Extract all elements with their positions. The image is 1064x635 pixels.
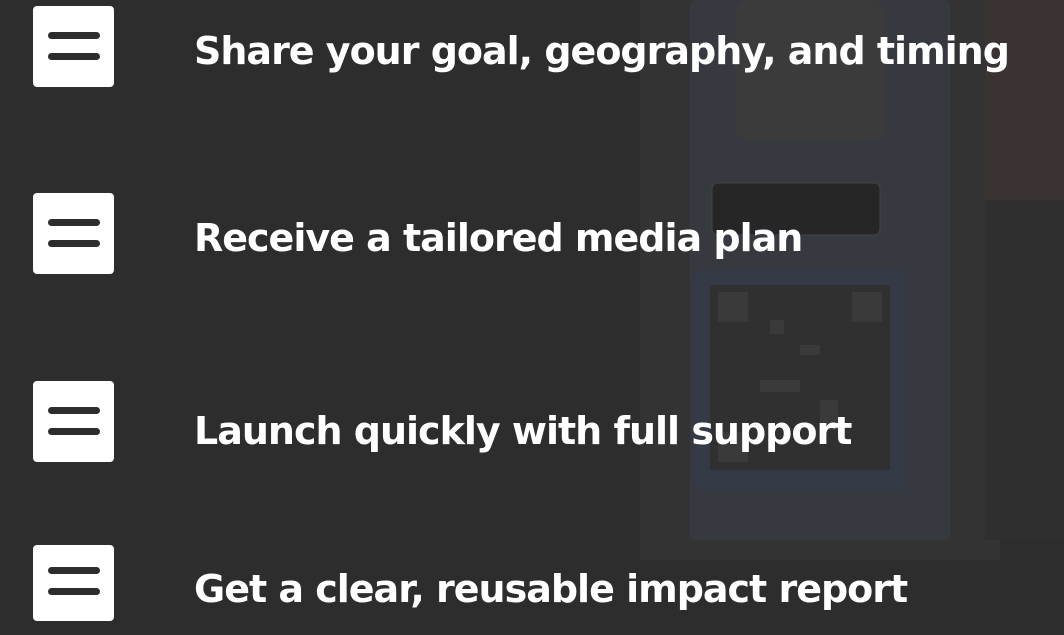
step-label: Get a clear, reusable impact report bbox=[194, 567, 908, 611]
step-item: Receive a tailored media plan bbox=[0, 193, 1064, 283]
step-label: Share your goal, geography, and timing bbox=[194, 29, 1010, 73]
step-label: Receive a tailored media plan bbox=[194, 216, 803, 260]
step-item: Share your goal, geography, and timing bbox=[0, 6, 1064, 96]
step-item: Get a clear, reusable impact report bbox=[0, 545, 1064, 635]
menu-icon bbox=[33, 545, 114, 621]
step-item: Launch quickly with full support bbox=[0, 381, 1064, 471]
menu-icon bbox=[33, 193, 114, 274]
menu-icon bbox=[33, 6, 114, 87]
step-label: Launch quickly with full support bbox=[194, 409, 852, 453]
menu-icon bbox=[33, 381, 114, 462]
